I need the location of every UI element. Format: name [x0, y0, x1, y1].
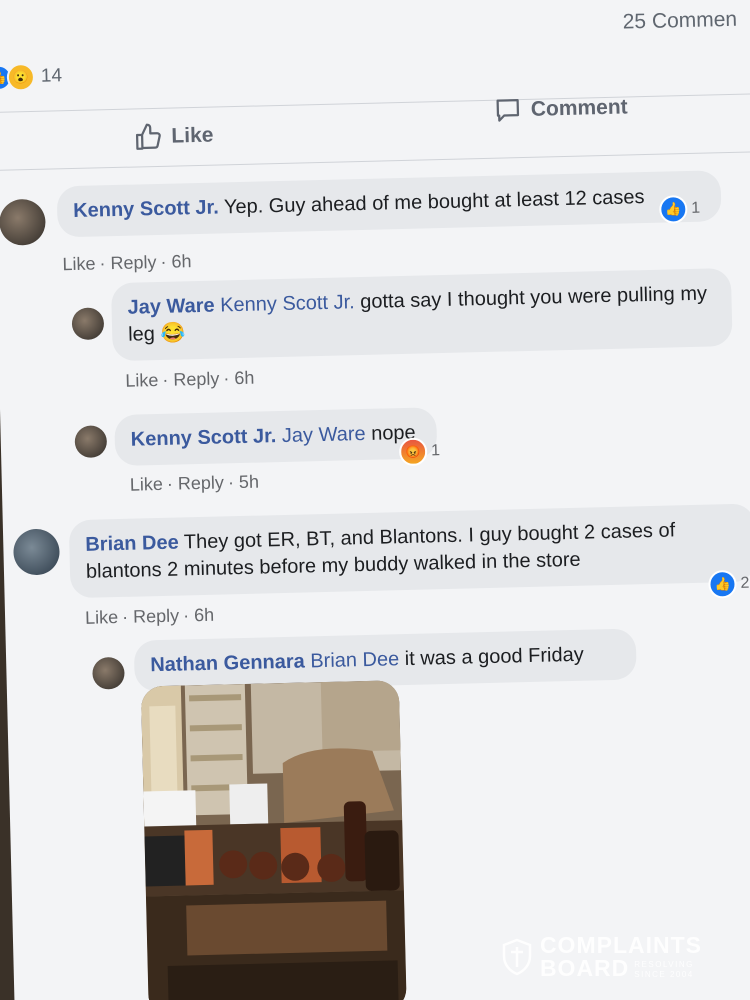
watermark-line1: COMPLAINTS: [539, 932, 702, 958]
comment-meta: Like · Reply · 6h: [125, 367, 255, 391]
reaction-count: 1: [691, 199, 701, 217]
comment-reaction-badge[interactable]: 😡 1: [398, 437, 441, 467]
comment-button[interactable]: Comment: [492, 92, 628, 125]
comment-bubble: Jay Ware Kenny Scott Jr. gotta say I tho…: [110, 267, 733, 362]
avatar[interactable]: [0, 198, 46, 246]
comment-count-link[interactable]: 25 Commen: [622, 8, 737, 35]
comment-meta: Like · Reply · 5h: [129, 471, 260, 495]
comment-meta: Like · Reply · 6h: [62, 251, 192, 275]
comment-reaction-badge[interactable]: 👍 2: [708, 569, 750, 599]
facebook-post-comments: 25 Commen 👍 😮 14 Like Comment Kenny Scot…: [0, 0, 750, 1000]
comment-time[interactable]: 6h: [194, 605, 215, 625]
laughing-emoji-icon: 😂: [160, 322, 186, 345]
comment-like-link[interactable]: Like: [62, 254, 96, 275]
comment-author[interactable]: Kenny Scott Jr.: [131, 425, 277, 451]
comment-author[interactable]: Kenny Scott Jr.: [73, 196, 219, 222]
comment-mention[interactable]: Jay Ware: [282, 423, 366, 447]
comment-reaction-badge[interactable]: 👍 1: [658, 195, 701, 224]
comment-text: it was a good Friday: [398, 643, 584, 671]
reaction-count: 1: [430, 442, 441, 460]
shield-icon: [502, 938, 532, 976]
comment-author[interactable]: Brian Dee: [85, 532, 179, 556]
complaints-board-watermark: COMPLAINTS BOARD RESOLVING SINCE 2004: [502, 934, 702, 980]
comment-reply-link[interactable]: Reply: [178, 472, 225, 493]
reaction-count: 14: [40, 65, 63, 87]
comment-mention[interactable]: Brian Dee: [310, 648, 399, 672]
comment-text: Yep. Guy ahead of me bought at least 12 …: [218, 186, 645, 219]
comment-bubble: Kenny Scott Jr. Jay Ware nope: [114, 407, 438, 467]
divider: [0, 150, 750, 171]
comment-bubble: Kenny Scott Jr. Yep. Guy ahead of me bou…: [56, 170, 722, 238]
comment-mention[interactable]: Kenny Scott Jr.: [220, 291, 355, 316]
watermark-tag1: RESOLVING: [634, 960, 694, 969]
avatar[interactable]: [71, 307, 105, 341]
comment-reply-link[interactable]: Reply: [133, 606, 180, 627]
watermark-text: COMPLAINTS BOARD RESOLVING SINCE 2004: [540, 934, 702, 980]
photo-bourbon-bottles: [140, 680, 407, 1000]
comment-time[interactable]: 5h: [239, 472, 260, 492]
like-button-label: Like: [171, 123, 214, 148]
speech-bubble-icon: [496, 99, 520, 122]
thumbs-up-icon: [135, 123, 161, 150]
avatar[interactable]: [74, 425, 108, 459]
like-button[interactable]: Like: [133, 121, 214, 153]
avatar[interactable]: [92, 656, 125, 690]
comment-text: gotta say I thought you were pulling my …: [127, 282, 708, 346]
watermark-line2: BOARD: [539, 955, 630, 981]
comment-button-label: Comment: [530, 95, 628, 121]
comment-like-link[interactable]: Like: [130, 474, 164, 495]
comment-like-link[interactable]: Like: [85, 607, 119, 628]
comment-reply-link[interactable]: Reply: [110, 252, 157, 273]
comment-time[interactable]: 6h: [234, 368, 255, 388]
comment-photo[interactable]: [140, 680, 407, 1000]
comment-time[interactable]: 6h: [171, 251, 192, 271]
thumbs-up-icon: 👍: [658, 195, 688, 224]
angry-reaction-icon: 😡: [398, 437, 428, 467]
avatar[interactable]: [12, 528, 61, 576]
reaction-summary[interactable]: 👍 😮 14: [0, 62, 62, 92]
comment-like-link[interactable]: Like: [125, 370, 159, 391]
screen: 25 Commen 👍 😮 14 Like Comment Kenny Scot…: [0, 0, 750, 1000]
comment-meta: Like · Reply · 6h: [84, 604, 215, 628]
watermark-tag2: SINCE 2004: [634, 970, 694, 979]
thumbs-up-icon: 👍: [708, 569, 737, 599]
wow-reaction-icon: 😮: [6, 62, 36, 92]
comment-author[interactable]: Jay Ware: [127, 295, 215, 319]
reaction-count: 2: [740, 574, 750, 592]
comment-author[interactable]: Nathan Gennara: [150, 651, 305, 677]
comment-reply-link[interactable]: Reply: [173, 369, 220, 390]
divider: [0, 92, 750, 113]
comment-bubble: Brian Dee They got ER, BT, and Blantons.…: [68, 503, 750, 599]
